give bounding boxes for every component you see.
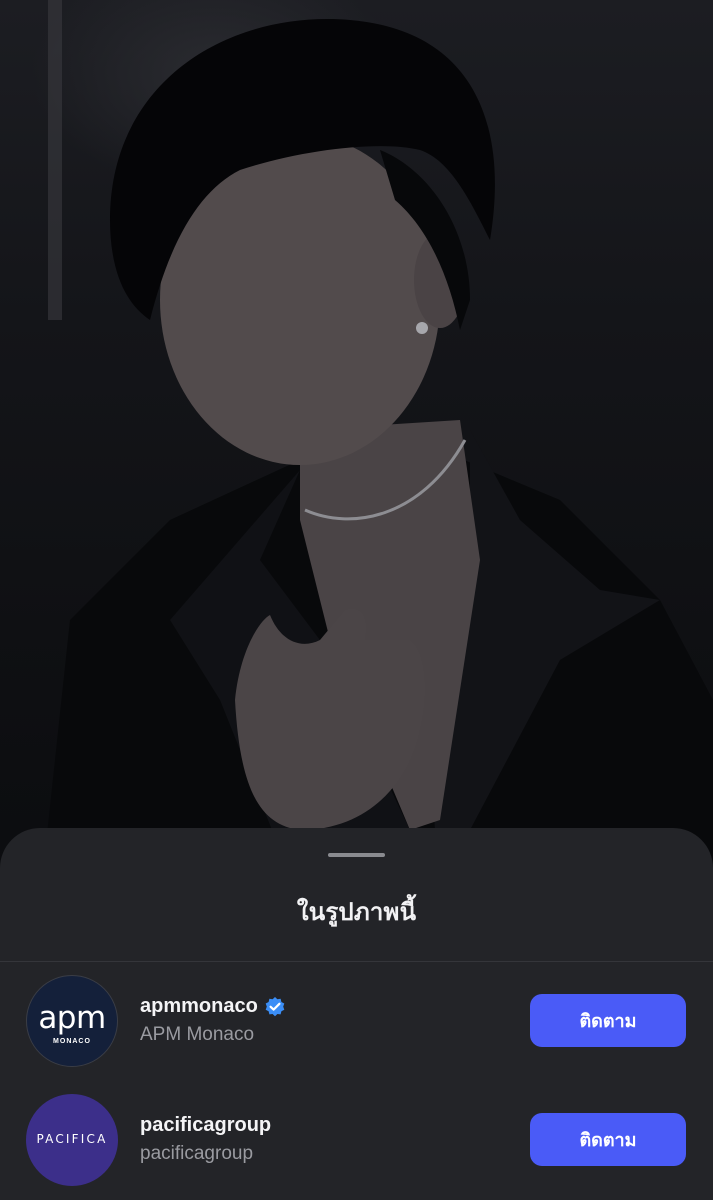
username-text: pacificagroup <box>140 1114 272 1136</box>
divider <box>0 961 713 962</box>
account-username[interactable]: pacificagroup <box>140 1114 271 1137</box>
apm-monaco-logo: apm <box>38 1000 106 1036</box>
screen: ในรูปภาพนี้ apm MONACO apmmonaco APM Mon… <box>0 0 713 1200</box>
tagged-accounts-sheet: ในรูปภาพนี้ apm MONACO apmmonaco APM Mon… <box>0 828 713 1200</box>
sheet-grabber-handle[interactable] <box>328 853 385 857</box>
follow-button[interactable]: ติดตาม <box>530 994 686 1047</box>
avatar[interactable]: apm MONACO <box>26 975 118 1067</box>
pacifica-logo: PACIFICA <box>36 1132 108 1146</box>
background-photo <box>0 0 713 900</box>
account-row-pacificagroup[interactable]: PACIFICA pacificagroup pacificagroup ติด… <box>0 1092 713 1192</box>
avatar[interactable]: PACIFICA <box>26 1094 118 1186</box>
portrait-illustration <box>40 0 713 900</box>
account-username[interactable]: apmmonaco <box>140 995 286 1018</box>
username-text: apmmonaco <box>140 995 258 1017</box>
apm-monaco-logo-subtext: MONACO <box>53 1038 91 1045</box>
follow-button[interactable]: ติดตาม <box>530 1113 686 1166</box>
verified-badge-icon <box>264 996 286 1018</box>
account-display-name: pacificagroup <box>140 1143 254 1164</box>
account-row-apmmonaco[interactable]: apm MONACO apmmonaco APM Monaco ติดตาม <box>0 973 713 1073</box>
sheet-title: ในรูปภาพนี้ <box>296 898 417 926</box>
account-display-name: APM Monaco <box>140 1024 255 1045</box>
